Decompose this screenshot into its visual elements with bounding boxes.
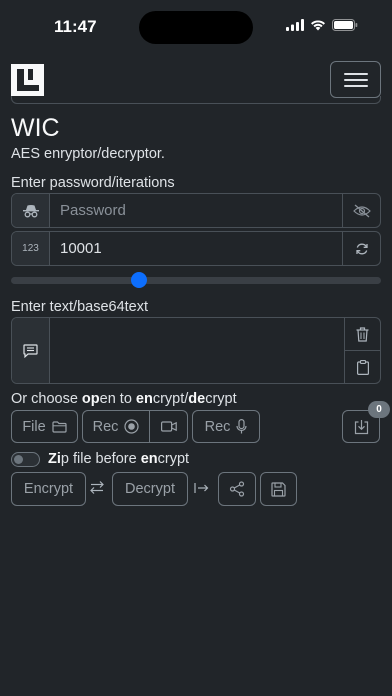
zip-switch[interactable] (11, 452, 40, 467)
hamburger-icon (344, 73, 368, 75)
paste-button[interactable] (345, 350, 380, 383)
password-input[interactable]: Password (50, 194, 342, 227)
text-input[interactable] (52, 322, 340, 379)
floppy-disk-icon (271, 481, 286, 497)
text-group (11, 317, 381, 384)
refresh-icon (355, 243, 368, 254)
battery-icon (332, 19, 358, 31)
open-label: Or choose open to encrypt/decrypt (11, 391, 237, 407)
status-time: 11:47 (54, 17, 97, 36)
open-file-button[interactable]: File (11, 410, 78, 443)
password-label: Enter password/iterations (11, 175, 175, 191)
encrypt-button[interactable]: Encrypt (11, 472, 86, 506)
toggle-visibility-button[interactable] (342, 194, 380, 227)
download-count-badge: 0 (368, 401, 390, 418)
save-button[interactable] (260, 472, 297, 506)
video-camera-icon (160, 421, 177, 432)
iterations-addon: 123 (12, 232, 50, 265)
download-tray-icon (354, 419, 368, 434)
message-icon (12, 318, 50, 383)
share-icon (229, 481, 245, 497)
wic-logo-icon[interactable] (11, 64, 44, 96)
arrow-bar-right-icon (194, 481, 209, 499)
iterations-slider-track[interactable] (11, 277, 381, 284)
collapsed-menu-edge (11, 96, 381, 104)
trash-icon (356, 326, 369, 342)
swap-arrows-icon (89, 480, 105, 499)
iterations-slider-thumb[interactable] (131, 272, 148, 288)
video-camera-button[interactable] (150, 411, 187, 442)
clear-text-button[interactable] (345, 318, 380, 350)
iterations-input[interactable]: 10001 (50, 232, 342, 265)
zip-label: Zip file before encrypt (48, 451, 190, 467)
record-audio-button[interactable]: Rec (192, 410, 260, 443)
page-subtitle: AES enryptor/decryptor. (11, 146, 165, 162)
menu-toggle-button[interactable] (330, 61, 381, 98)
page-title: WIC (11, 114, 60, 142)
record-button[interactable]: Rec (83, 411, 150, 442)
decrypt-button[interactable]: Decrypt (112, 472, 188, 506)
share-button[interactable] (218, 472, 256, 506)
reset-iterations-button[interactable] (342, 232, 380, 265)
record-video-group: Rec (82, 410, 188, 443)
iterations-group: 123 10001 (11, 231, 381, 266)
record-icon (124, 419, 139, 434)
eye-slash-icon (352, 204, 371, 217)
text-label: Enter text/base64text (11, 299, 149, 315)
clipboard-icon (356, 359, 369, 375)
microphone-icon (236, 419, 247, 434)
folder-icon (52, 420, 67, 433)
status-bar: 11:47 (0, 0, 392, 54)
wifi-icon (311, 20, 325, 31)
signal-icon (286, 19, 304, 31)
password-group: Password (11, 193, 381, 228)
incognito-icon (12, 194, 50, 227)
dynamic-island (139, 11, 253, 44)
status-icons (286, 19, 358, 31)
